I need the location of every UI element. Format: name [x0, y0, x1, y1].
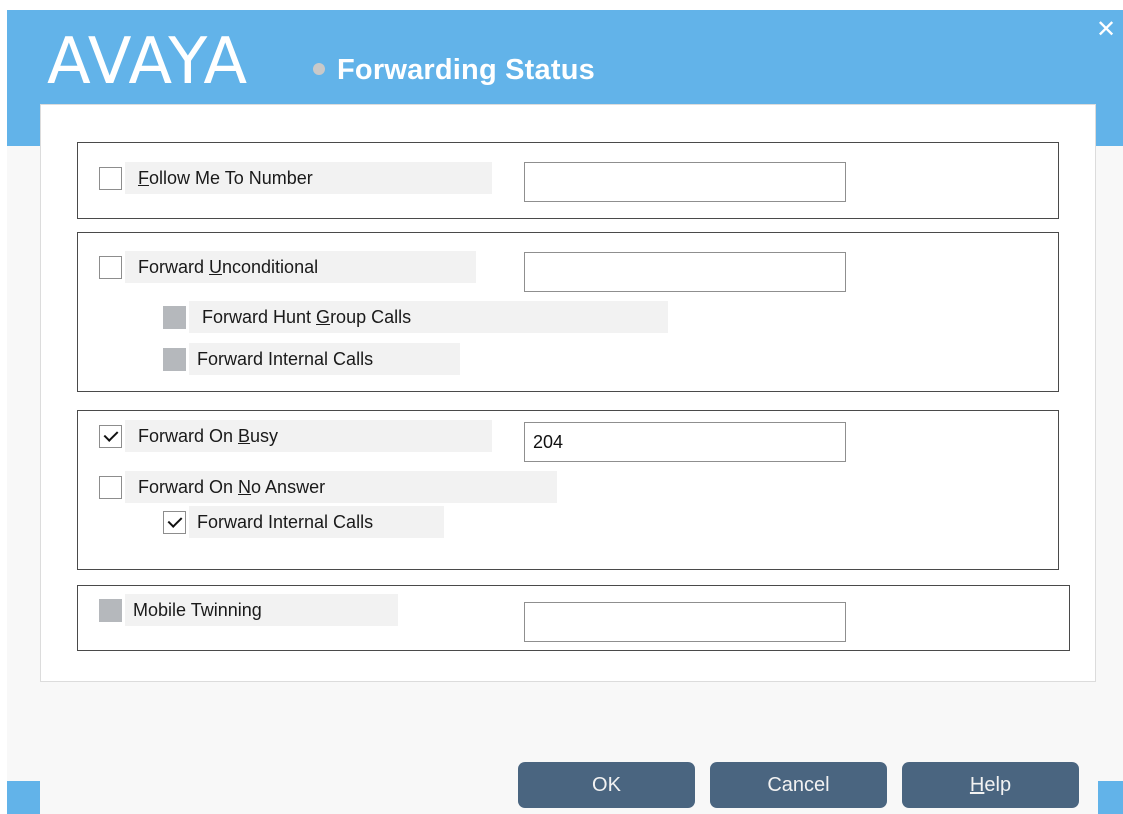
forward-unconditional-label: Forward Unconditional	[125, 251, 476, 283]
follow-me-label: Follow Me To Number	[125, 162, 492, 194]
help-mnemonic: H	[969, 774, 985, 796]
forward-no-answer-internal-label: Forward Internal Calls	[189, 506, 444, 538]
follow-me-group: Follow Me To Number	[77, 142, 1059, 219]
forward-hunt-group-mnemonic: G	[316, 307, 331, 327]
forward-hunt-group-label: Forward Hunt Group Calls	[189, 301, 668, 333]
forward-unconditional-checkbox[interactable]	[99, 256, 122, 279]
forward-unconditional-internal-checkbox	[163, 348, 186, 371]
mobile-twinning-label: Mobile Twinning	[125, 594, 398, 626]
forward-busy-group: Forward On Busy Forward On No Answer For…	[77, 410, 1059, 570]
forward-unconditional-number-field[interactable]	[524, 252, 846, 292]
follow-me-number-field[interactable]	[524, 162, 846, 202]
forward-no-answer-checkbox[interactable]	[99, 476, 122, 499]
avaya-logo: AVAYA	[47, 25, 249, 99]
bottom-right-accent	[1098, 781, 1123, 814]
mobile-twinning-group: Mobile Twinning	[77, 585, 1070, 651]
forward-busy-checkbox[interactable]	[99, 425, 122, 448]
follow-me-label-rest: ollow Me To Number	[149, 168, 313, 188]
forward-no-answer-label: Forward On No Answer	[125, 471, 557, 503]
follow-me-checkbox[interactable]	[99, 167, 122, 190]
bottom-left-accent	[7, 781, 40, 814]
mobile-twinning-number-field	[524, 602, 846, 642]
forward-busy-label: Forward On Busy	[125, 420, 492, 452]
content-panel: Follow Me To Number Forward Unconditiona…	[40, 104, 1096, 682]
forward-unconditional-internal-label: Forward Internal Calls	[189, 343, 460, 375]
mobile-twinning-checkbox	[99, 599, 122, 622]
follow-me-mnemonic: F	[138, 168, 149, 188]
close-icon[interactable]: ✕	[1094, 16, 1118, 42]
forward-busy-mnemonic: B	[238, 426, 251, 446]
forward-unconditional-group: Forward Unconditional Forward Hunt Group…	[77, 232, 1059, 392]
forward-no-answer-internal-checkbox[interactable]	[163, 511, 186, 534]
help-button[interactable]: Help	[902, 762, 1079, 808]
forward-unconditional-mnemonic: U	[209, 257, 223, 277]
dialog-title: Forwarding Status	[337, 54, 595, 86]
forward-hunt-group-checkbox	[163, 306, 186, 329]
forward-no-answer-mnemonic: N	[238, 477, 252, 497]
cancel-button[interactable]: Cancel	[710, 762, 887, 808]
ok-button[interactable]: OK	[518, 762, 695, 808]
forward-busy-number-field[interactable]	[524, 422, 846, 462]
logo-separator-dot	[313, 63, 325, 75]
